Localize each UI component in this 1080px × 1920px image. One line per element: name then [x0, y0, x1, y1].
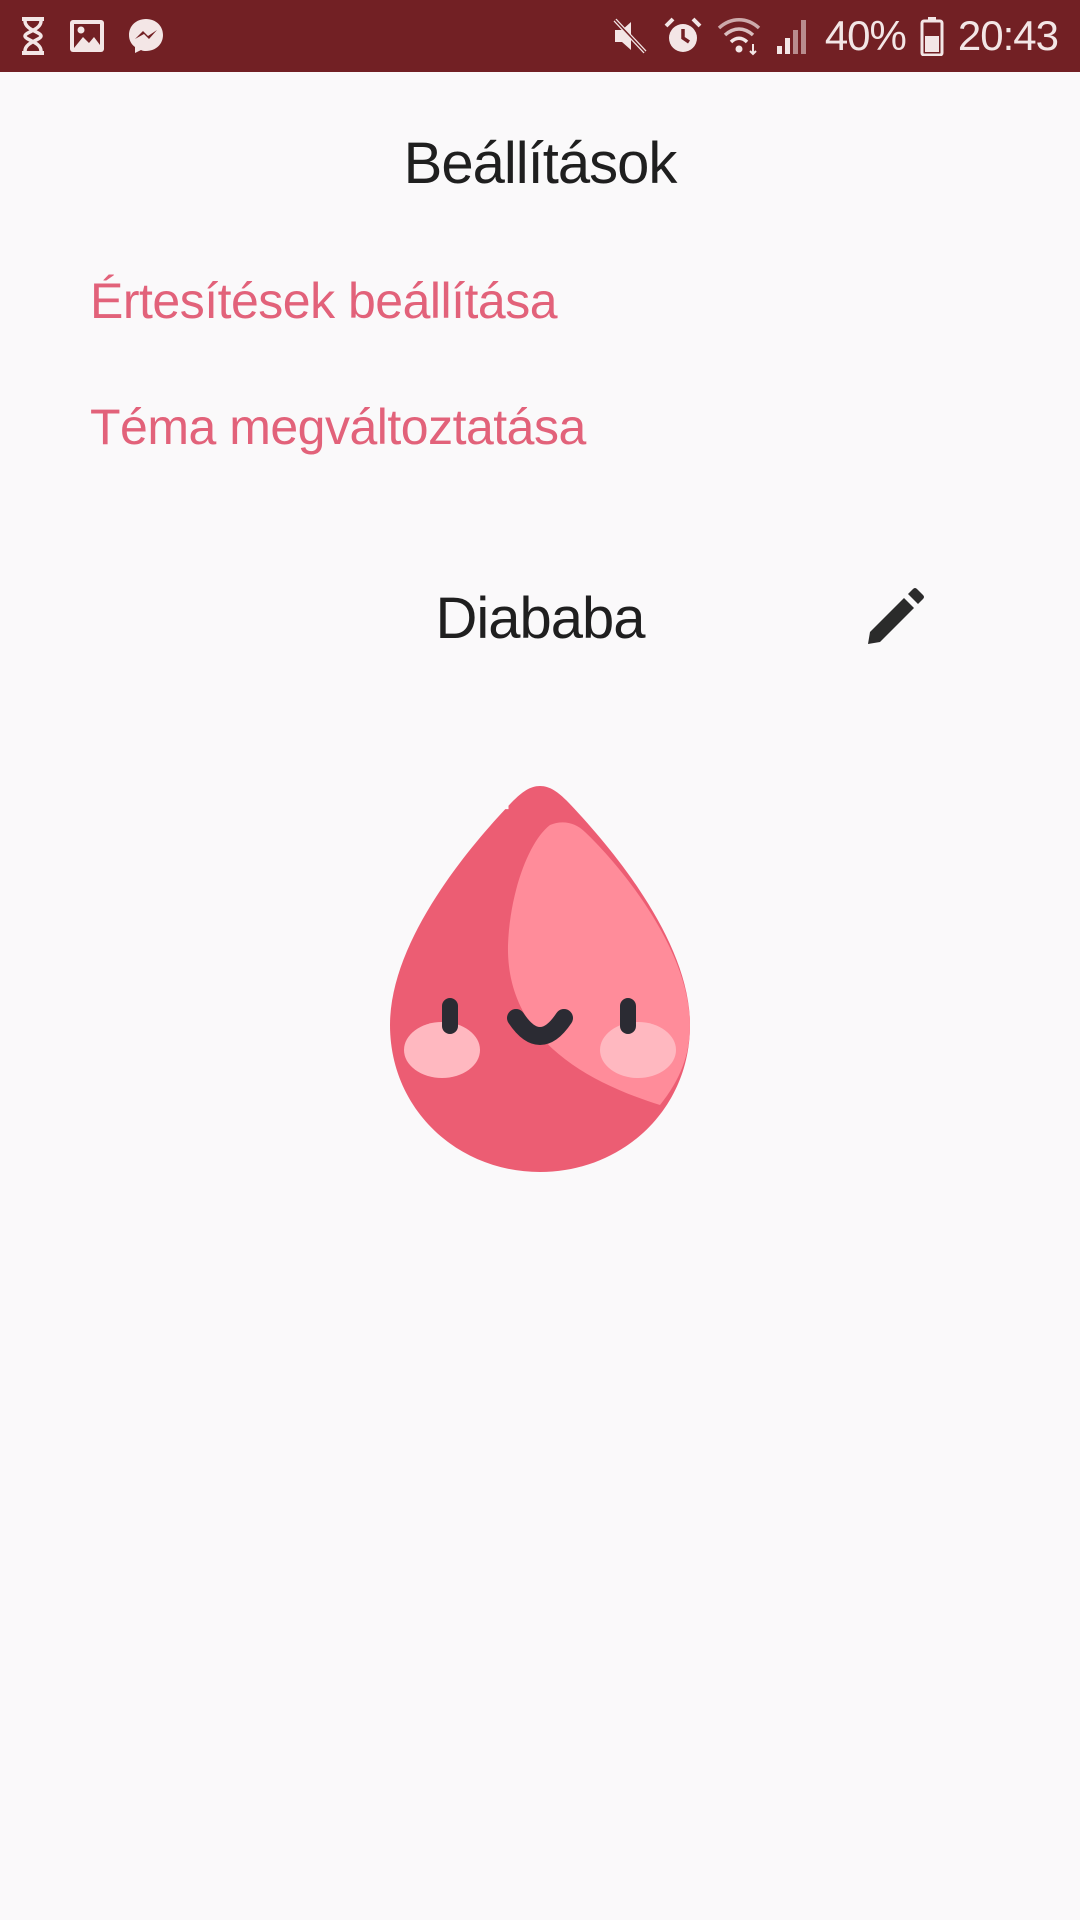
status-bar: 40% 20:43: [0, 0, 1080, 72]
battery-percent: 40%: [824, 12, 907, 59]
gallery-icon: [68, 18, 106, 54]
mute-icon: [611, 16, 649, 56]
page-title: Beállítások: [403, 131, 678, 196]
wifi-icon: [717, 16, 761, 56]
messenger-icon: [126, 16, 166, 56]
battery-icon: [920, 16, 944, 56]
change-theme-link[interactable]: Téma megváltoztatása: [90, 398, 586, 456]
edit-name-button[interactable]: [862, 586, 926, 650]
blood-drop-mascot-icon: [390, 786, 690, 1172]
alarm-icon: [663, 16, 703, 56]
pencil-icon: [868, 588, 924, 644]
hourglass-icon: [18, 16, 48, 56]
status-bar-notifications: [18, 0, 166, 72]
notification-settings-link[interactable]: Értesítések beállítása: [90, 272, 558, 330]
blood-drop-mascot: [380, 780, 700, 1180]
status-bar-system: 40% 20:43: [611, 0, 1059, 72]
clock: 20:43: [957, 12, 1059, 59]
signal-icon: [775, 16, 811, 56]
